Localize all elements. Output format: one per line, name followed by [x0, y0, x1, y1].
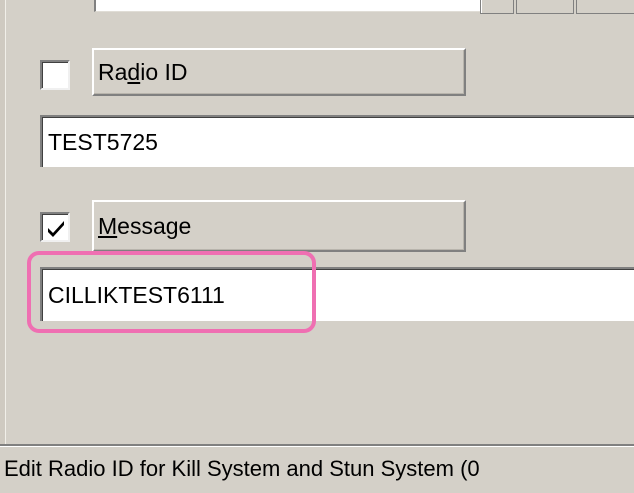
top-field-partial[interactable]	[94, 0, 480, 12]
radio-id-checkbox[interactable]	[40, 60, 70, 90]
message-label: Message	[92, 200, 466, 252]
window-frame-edge	[0, 0, 6, 493]
radio-id-label: Radio ID	[92, 48, 466, 96]
top-button-partial-a[interactable]	[480, 0, 514, 14]
top-button-partial-b[interactable]	[516, 0, 574, 14]
radio-id-input[interactable]: TEST5725	[40, 115, 634, 167]
checkmark-icon	[48, 221, 64, 237]
highlight-annotation	[27, 251, 316, 333]
top-button-partial-c[interactable]	[576, 0, 634, 14]
status-bar-text: Edit Radio ID for Kill System and Stun S…	[0, 446, 634, 493]
message-checkbox[interactable]	[40, 212, 70, 242]
